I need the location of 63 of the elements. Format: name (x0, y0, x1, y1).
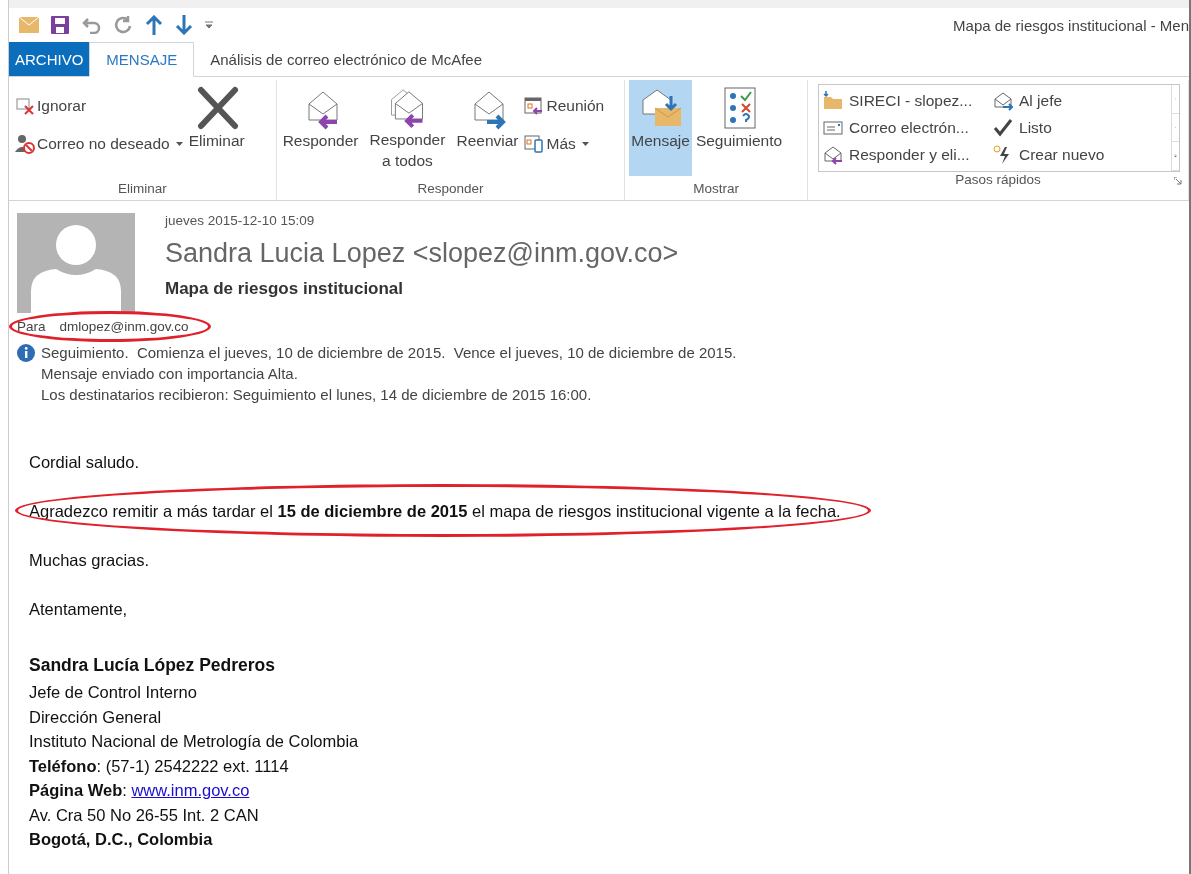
ribbon-button[interactable]: Eliminar (186, 80, 247, 176)
body-paragraph: Agradezco remitir a más tardar el 15 de diciembre de 2015 el mapa de riesgos institucional vigente a la fecha. (29, 502, 841, 520)
signature-line: Teléfono: (57-1) 2542222 ext. 1114 (29, 756, 290, 777)
quick-step-item[interactable]: Responder y eli... (821, 141, 991, 168)
signature-line: Sandra Lucía López Pedreros (29, 655, 277, 677)
dialog-launcher-icon[interactable] (1174, 177, 1182, 185)
quick-step-item[interactable]: Listo (991, 114, 1161, 141)
ribbon-button[interactable]: Reunión (522, 94, 607, 118)
sender-name[interactable]: Sandra Lucia Lopez <slopez@inm.gov.co> (165, 238, 679, 269)
folder-icon (823, 90, 843, 111)
sent-date: jueves 2015-12-10 15:09 (165, 213, 316, 228)
ignore-icon (15, 96, 35, 116)
signature-line: Av. Cra 50 No 26-55 Int. 2 CAN (29, 805, 260, 826)
signature-label: Página Web: (29, 781, 128, 799)
customize-caret-icon[interactable] (205, 21, 213, 29)
avatar-icon (17, 213, 135, 313)
group-label: Responder (417, 181, 484, 196)
redo-icon[interactable] (113, 15, 133, 35)
signature-line: Instituto Nacional de Metrología de Colombia (29, 732, 360, 752)
ribbon-button[interactable]: Responder a todos (362, 80, 453, 176)
message-subject: Mapa de riesgos institucional (165, 279, 405, 299)
quick-step-item[interactable]: Crear nuevo (991, 141, 1161, 168)
body-paragraph: Cordial saludo. (29, 453, 140, 471)
group-label: Eliminar (117, 181, 167, 196)
down-arrow-icon[interactable] (175, 15, 193, 35)
info-line: Mensaje enviado con importancia Alta. (41, 365, 299, 382)
quick-step-item[interactable]: Al jefe (991, 87, 1161, 114)
ribbon-tab[interactable]: Análisis de correo electrónico de McAfee (194, 42, 498, 76)
envelope-arrow-icon (993, 90, 1013, 111)
info-line: Los destinatarios recibieron: Seguimiento el lunes, 14 de diciembre de 2015 16:00. (41, 386, 593, 403)
ribbon-button[interactable]: Responder (280, 80, 361, 176)
website-link[interactable]: www.inm.gov.co (131, 781, 250, 799)
mail-icon[interactable] (19, 17, 39, 33)
ribbon-button[interactable]: Más (522, 132, 607, 156)
signature-line: Dirección General (29, 707, 163, 728)
ribbon-button[interactable]: Correo no deseado (13, 132, 185, 156)
ribbon-button[interactable]: Reenviar (454, 80, 521, 176)
signature-line: Bogotá, D.C., Colombia (29, 830, 214, 850)
body-paragraph: Muchas gracias. (29, 551, 150, 569)
ribbon-button[interactable]: Seguimiento (693, 80, 784, 176)
quick-step-item[interactable]: SIRECI - slopez... (821, 87, 991, 114)
ribbon-tab[interactable]: MENSAJE (89, 42, 195, 77)
body-paragraph: Atentamente, (29, 600, 128, 618)
info-line: Seguimiento. Comienza el jueves, 10 de diciembre de 2015. Vence el jueves, 10 de diciembre de 2015. (41, 344, 737, 361)
quick-step-item[interactable]: Correo electrón... (821, 114, 991, 141)
ribbon-tab[interactable]: ARCHIVO (9, 42, 90, 76)
ribbon-button[interactable]: Mensaje (629, 80, 692, 176)
checkmark-icon (993, 117, 1013, 138)
save-icon[interactable] (51, 16, 69, 34)
undo-icon[interactable] (81, 16, 101, 34)
blocked-person-icon (15, 134, 35, 154)
calendar-phone-icon (524, 134, 545, 154)
up-arrow-icon[interactable] (145, 15, 163, 35)
ribbon-button[interactable]: Ignorar (13, 94, 185, 118)
group-label: Mostrar (693, 181, 740, 196)
reply-envelope-icon (823, 144, 843, 165)
window-title: Mapa de riesgos institucional - Men (953, 16, 1189, 34)
to-label: Para (17, 319, 46, 334)
calendar-icon (524, 96, 545, 116)
recipient-address[interactable]: dmlopez@inm.gov.co (59, 319, 189, 334)
group-label: Pasos rápidos (955, 172, 1041, 187)
signature-line: Jefe de Control Interno (29, 683, 198, 703)
info-icon (17, 344, 35, 362)
